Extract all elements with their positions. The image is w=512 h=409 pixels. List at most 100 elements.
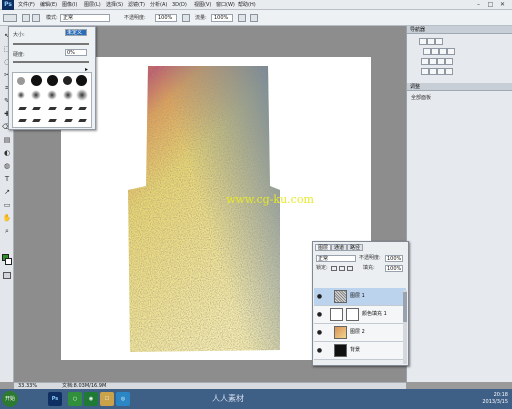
- adjustment-preset-icon[interactable]: [445, 58, 453, 65]
- menu-item[interactable]: 窗口(W): [216, 1, 235, 9]
- brush-tip[interactable]: [48, 119, 57, 122]
- airbrush-icon[interactable]: [238, 14, 246, 22]
- visibility-eye-icon[interactable]: ●: [316, 329, 323, 336]
- brush-tip[interactable]: [32, 107, 41, 110]
- quick-mask-icon[interactable]: [3, 272, 11, 279]
- brush-tip[interactable]: [47, 75, 58, 86]
- menu-item[interactable]: 分析(A): [150, 1, 167, 9]
- taskbar-app[interactable]: ☐: [100, 392, 114, 406]
- brush-tips-grid[interactable]: [12, 72, 92, 128]
- maximize-button[interactable]: □: [486, 1, 495, 8]
- taskbar-app[interactable]: ○: [68, 392, 82, 406]
- brush-tip[interactable]: [18, 119, 27, 122]
- menu-item[interactable]: 滤镜(T): [128, 1, 145, 9]
- shape-tool-icon[interactable]: ▭: [2, 201, 12, 210]
- adjustment-preset-icon[interactable]: [421, 68, 429, 75]
- type-tool-icon[interactable]: T: [2, 175, 12, 184]
- brush-tool-icon[interactable]: [3, 14, 17, 22]
- brush-tip[interactable]: [64, 119, 73, 122]
- brush-tip[interactable]: [76, 89, 88, 101]
- toggle-brush-panel-icon[interactable]: [32, 14, 40, 22]
- brush-tip[interactable]: [17, 77, 25, 85]
- menu-item[interactable]: 选择(S): [106, 1, 123, 9]
- adjustment-preset-icon[interactable]: [439, 48, 447, 55]
- path-select-tool-icon[interactable]: ↗: [2, 188, 12, 197]
- hardness-field[interactable]: 0%: [65, 49, 87, 56]
- menu-item[interactable]: 图层(L): [84, 1, 101, 9]
- layers-scrollbar[interactable]: [403, 290, 407, 364]
- adjustment-preset-icon[interactable]: [437, 68, 445, 75]
- brush-tip[interactable]: [78, 107, 87, 110]
- layer-row[interactable]: ● 图层 1: [314, 288, 406, 306]
- brush-tip[interactable]: [76, 75, 87, 86]
- tab-paths[interactable]: 路径: [347, 244, 364, 251]
- adjustment-preset-icon[interactable]: [429, 68, 437, 75]
- history-brush-tool-icon[interactable]: ◐: [2, 149, 12, 158]
- hardness-slider[interactable]: [13, 61, 89, 63]
- taskbar-app[interactable]: ◎: [116, 392, 130, 406]
- menu-item[interactable]: 视图(V): [194, 1, 211, 9]
- layer-row[interactable]: ● 颜色填充 1: [314, 306, 406, 324]
- minimize-button[interactable]: –: [474, 1, 483, 8]
- adjustment-preset-icon[interactable]: [419, 38, 427, 45]
- layer-row[interactable]: ● 图层 2: [314, 324, 406, 342]
- fill-field[interactable]: 100%: [385, 265, 403, 272]
- menu-item[interactable]: 3D(D): [172, 1, 187, 9]
- visibility-eye-icon[interactable]: ●: [316, 293, 323, 300]
- tab-layers[interactable]: 图层: [315, 244, 332, 251]
- eraser-tool-icon[interactable]: ◍: [2, 162, 12, 171]
- brush-preset-picker-icon[interactable]: [22, 14, 30, 22]
- adjustment-preset-icon[interactable]: [423, 48, 431, 55]
- adjustment-preset-icon[interactable]: [437, 58, 445, 65]
- adjustment-preset-icon[interactable]: [445, 68, 453, 75]
- system-clock[interactable]: 20:18 2013/3/15: [482, 392, 508, 406]
- scrollbar-thumb[interactable]: [403, 292, 407, 322]
- stamp-tool-icon[interactable]: ▤: [2, 136, 12, 145]
- pressure-opacity-icon[interactable]: [182, 14, 190, 22]
- size-slider[interactable]: [13, 43, 89, 45]
- taskbar-app-photoshop[interactable]: Ps: [48, 392, 62, 406]
- brush-tip[interactable]: [48, 107, 57, 110]
- menu-item[interactable]: 文件(F): [18, 1, 35, 9]
- brush-tip[interactable]: [78, 119, 87, 122]
- lock-position-icon[interactable]: [347, 266, 353, 271]
- menu-item[interactable]: 图像(I): [62, 1, 77, 9]
- navigator-panel-header[interactable]: 导航器: [407, 26, 512, 34]
- brush-tip[interactable]: [31, 75, 42, 86]
- adjustment-preset-icon[interactable]: [447, 48, 455, 55]
- tab-channels[interactable]: 通道: [331, 244, 348, 251]
- blend-mode-select[interactable]: 正常: [316, 255, 356, 262]
- brush-tip[interactable]: [63, 76, 72, 85]
- adjustment-preset-icon[interactable]: [431, 48, 439, 55]
- menu-item[interactable]: 帮助(H): [238, 1, 256, 9]
- background-color-swatch[interactable]: [5, 258, 12, 265]
- brush-tip[interactable]: [64, 107, 73, 110]
- brush-tip[interactable]: [31, 90, 41, 100]
- brush-tip[interactable]: [17, 91, 25, 99]
- visibility-eye-icon[interactable]: ●: [316, 311, 323, 318]
- brush-tip[interactable]: [47, 90, 57, 100]
- taskbar-app[interactable]: ◉: [84, 392, 98, 406]
- adjustment-preset-icon[interactable]: [421, 58, 429, 65]
- start-button[interactable]: 开始: [2, 391, 18, 407]
- adjustment-preset-icon[interactable]: [429, 58, 437, 65]
- adjustment-preset-icon[interactable]: [435, 38, 443, 45]
- brush-tip[interactable]: [32, 119, 41, 122]
- lock-transparency-icon[interactable]: [331, 266, 337, 271]
- layer-row[interactable]: ● 背景: [314, 342, 406, 360]
- mode-select[interactable]: 正常: [60, 14, 110, 22]
- opacity-field[interactable]: 100%: [155, 14, 177, 22]
- adjustment-preset-icon[interactable]: [427, 38, 435, 45]
- pressure-size-icon[interactable]: [250, 14, 258, 22]
- flow-field[interactable]: 100%: [211, 14, 233, 22]
- brush-tip[interactable]: [63, 90, 73, 100]
- size-field[interactable]: 未定义: [65, 29, 87, 36]
- adjustments-panel-header[interactable]: 调整: [407, 83, 512, 91]
- menu-item[interactable]: 编辑(E): [40, 1, 57, 9]
- zoom-tool-icon[interactable]: ⌕: [2, 227, 12, 236]
- lock-pixels-icon[interactable]: [339, 266, 345, 271]
- close-button[interactable]: ✕: [498, 1, 507, 8]
- layer-opacity-field[interactable]: 100%: [385, 255, 403, 262]
- brush-tip[interactable]: [18, 107, 27, 110]
- visibility-eye-icon[interactable]: ●: [316, 347, 323, 354]
